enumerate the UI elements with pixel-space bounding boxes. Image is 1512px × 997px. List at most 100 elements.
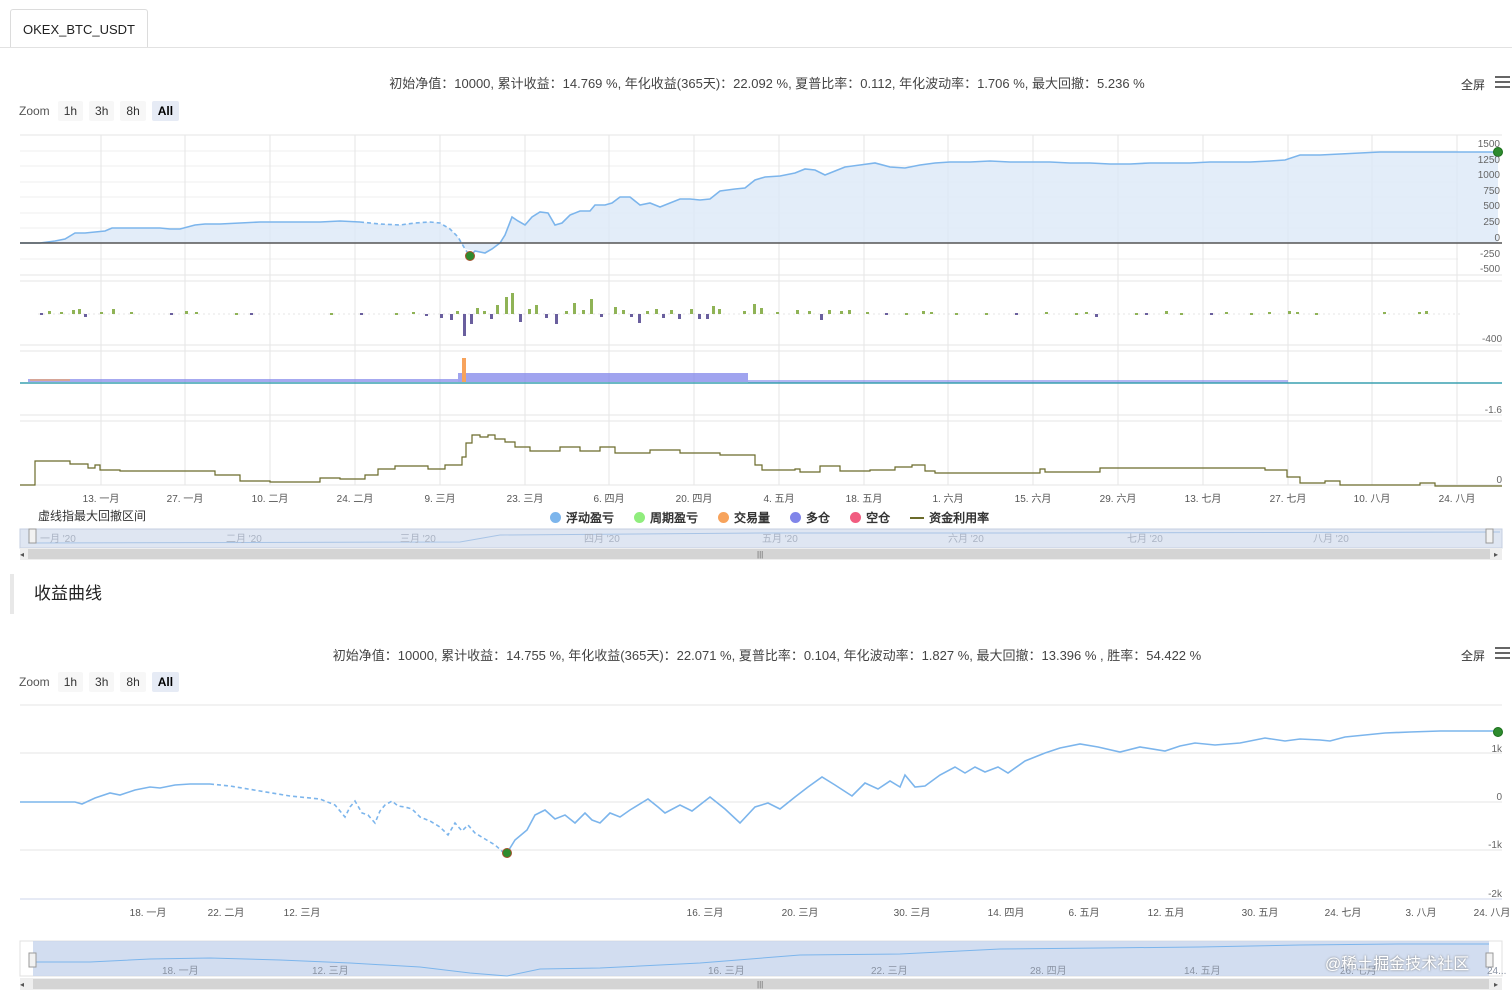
navigator-label: 一月 '20 <box>40 533 76 545</box>
x-tick: 10. 二月 <box>252 493 289 505</box>
chart2-menu-icon[interactable] <box>1495 647 1510 659</box>
x-tick: 6. 五月 <box>1068 907 1099 919</box>
zoom-1h-button[interactable]: 1h <box>57 672 84 692</box>
chart2-y-axis: 1k 0 -1k -2k <box>1488 744 1503 900</box>
last-point-marker <box>1493 727 1503 737</box>
navigator-label: 七月 '20 <box>1127 533 1163 545</box>
navigator-left-handle[interactable] <box>28 952 37 968</box>
zoom-all-button[interactable]: All <box>151 101 180 121</box>
x-tick: 18. 一月 <box>130 907 167 919</box>
zoom-3h-button[interactable]: 3h <box>89 101 115 121</box>
navigator-label: 六月 '20 <box>948 533 984 545</box>
legend-capital-utilization[interactable]: 资金利用率 <box>910 509 989 526</box>
navigator-label: 22. 三月 <box>871 965 908 977</box>
legend-short-position[interactable]: 空仓 <box>850 509 890 526</box>
chart2-scrollbar[interactable]: ◂ ▸ ||| <box>20 978 1502 990</box>
chart2-zoom-bar: Zoom 1h 3h 8h All <box>19 671 185 693</box>
legend-volume[interactable]: 交易量 <box>718 509 770 526</box>
legend-floating-pnl[interactable]: 浮动盈亏 <box>550 509 614 526</box>
legend-periodic-pnl[interactable]: 周期盈亏 <box>634 509 698 526</box>
navigator-label: 四月 '20 <box>584 533 620 545</box>
x-tick: 27. 一月 <box>167 493 204 505</box>
section-title-equity-curve: 收益曲线 <box>10 574 410 614</box>
navigator-left-handle[interactable] <box>28 528 37 544</box>
volume-position-pane <box>20 358 1502 384</box>
x-tick: 29. 六月 <box>1100 493 1137 505</box>
chart2-navigator[interactable]: 18. 一月 12. 三月 16. 三月 22. 三月 28. 四月 14. 五… <box>19 940 1506 977</box>
zoom-all-button[interactable]: All <box>151 672 180 692</box>
x-tick: 27. 七月 <box>1270 493 1307 505</box>
drawdown-note: 虚线指最大回撤区间 <box>38 509 147 523</box>
watermark: @稀土掘金技术社区 <box>1325 956 1470 973</box>
y-tick: 1k <box>1491 744 1503 755</box>
x-tick: 12. 五月 <box>1148 907 1185 919</box>
navigator-right-handle[interactable] <box>1485 528 1494 544</box>
legend-label: 资金利用率 <box>929 511 990 525</box>
navigator-label: 14. 五月 <box>1184 965 1221 977</box>
pane3-y-tick: -1.6 <box>1485 405 1503 416</box>
y-tick: 1500 <box>1478 139 1501 150</box>
legend-label: 交易量 <box>734 511 771 525</box>
navigator-right-handle[interactable] <box>1485 952 1494 968</box>
y-tick: 0 <box>1494 233 1500 244</box>
return-curve-line <box>20 783 210 805</box>
scroll-right-arrow-icon[interactable]: ▸ <box>1494 550 1498 559</box>
scrollbar-grip-icon: ||| <box>757 980 763 989</box>
navigator-label: 三月 '20 <box>400 533 436 545</box>
x-tick: 20. 四月 <box>676 493 713 505</box>
chart1-fullscreen-button[interactable]: 全屏 <box>1461 76 1485 93</box>
legend-label: 多仓 <box>806 511 831 525</box>
x-tick: 10. 八月 <box>1354 493 1391 505</box>
max-drawdown-marker <box>465 251 475 261</box>
chart1-legend: 浮动盈亏 周期盈亏 交易量 多仓 空仓 资金利用率 <box>550 509 989 526</box>
x-tick: 14. 四月 <box>988 907 1025 919</box>
chart1-zoom-bar: Zoom 1h 3h 8h All <box>19 100 185 122</box>
chart1-svg: 1500 1250 1000 750 500 250 0 -250 -500 -… <box>19 134 1503 560</box>
pane2-y-tick: -400 <box>1482 334 1502 345</box>
chart2-fullscreen-button[interactable]: 全屏 <box>1461 647 1485 664</box>
return-curve-drawdown-dashed <box>209 783 504 853</box>
scrollbar-grip-icon: ||| <box>757 550 763 559</box>
scroll-left-arrow-icon[interactable]: ◂ <box>20 550 24 559</box>
x-tick: 12. 三月 <box>284 907 321 919</box>
chart1-menu-icon[interactable] <box>1495 76 1510 88</box>
legend-dot-icon <box>634 512 646 523</box>
navigator-label: 18. 一月 <box>162 965 199 977</box>
zoom-8h-button[interactable]: 8h <box>120 672 146 692</box>
y-tick: 1250 <box>1478 155 1501 166</box>
navigator-label: 24... <box>1487 966 1506 977</box>
capital-utilization-line <box>20 434 1502 487</box>
x-tick: 1. 六月 <box>932 493 963 505</box>
zoom-3h-button[interactable]: 3h <box>89 672 115 692</box>
x-tick: 6. 四月 <box>593 493 624 505</box>
x-tick: 24. 七月 <box>1325 907 1362 919</box>
x-tick: 9. 三月 <box>424 493 455 505</box>
legend-long-position[interactable]: 多仓 <box>790 509 830 526</box>
scroll-left-arrow-icon[interactable]: ◂ <box>20 980 24 989</box>
scroll-right-arrow-icon[interactable]: ▸ <box>1494 980 1498 989</box>
periodic-pnl-bars <box>38 293 1460 336</box>
tab-okex-btc-usdt[interactable]: OKEX_BTC_USDT <box>10 9 148 48</box>
y-tick: -500 <box>1480 264 1500 275</box>
zoom-1h-button[interactable]: 1h <box>57 101 84 121</box>
y-tick: 1000 <box>1478 170 1501 181</box>
legend-line-icon <box>910 516 925 519</box>
pane4-y-tick: 0 <box>1496 475 1502 486</box>
navigator-label: 五月 '20 <box>762 533 798 545</box>
legend-dot-icon <box>550 512 561 523</box>
y-tick: -2k <box>1488 889 1503 900</box>
zoom-label: Zoom <box>19 104 50 118</box>
x-tick: 24. 八月 <box>1439 493 1476 505</box>
zoom-label: Zoom <box>19 675 50 689</box>
zoom-8h-button[interactable]: 8h <box>120 101 146 121</box>
legend-dot-icon <box>790 512 802 523</box>
x-tick: 30. 三月 <box>894 907 931 919</box>
chart1-stats: 初始净值：10000, 累计收益：14.769 %, 年化收益(365天)：22… <box>389 76 1145 91</box>
x-tick: 15. 六月 <box>1015 493 1052 505</box>
chart1-scrollbar[interactable]: ◂ ▸ ||| <box>20 548 1502 560</box>
chart1-navigator[interactable]: 一月 '20 二月 '20 三月 '20 四月 '20 五月 '20 六月 '2… <box>19 528 1503 549</box>
y-tick: 0 <box>1496 792 1502 803</box>
chart2-stats: 初始净值：10000, 累计收益：14.755 %, 年化收益(365天)：22… <box>332 648 1202 663</box>
navigator-label: 八月 '20 <box>1313 533 1349 545</box>
equity-area <box>20 152 1498 253</box>
